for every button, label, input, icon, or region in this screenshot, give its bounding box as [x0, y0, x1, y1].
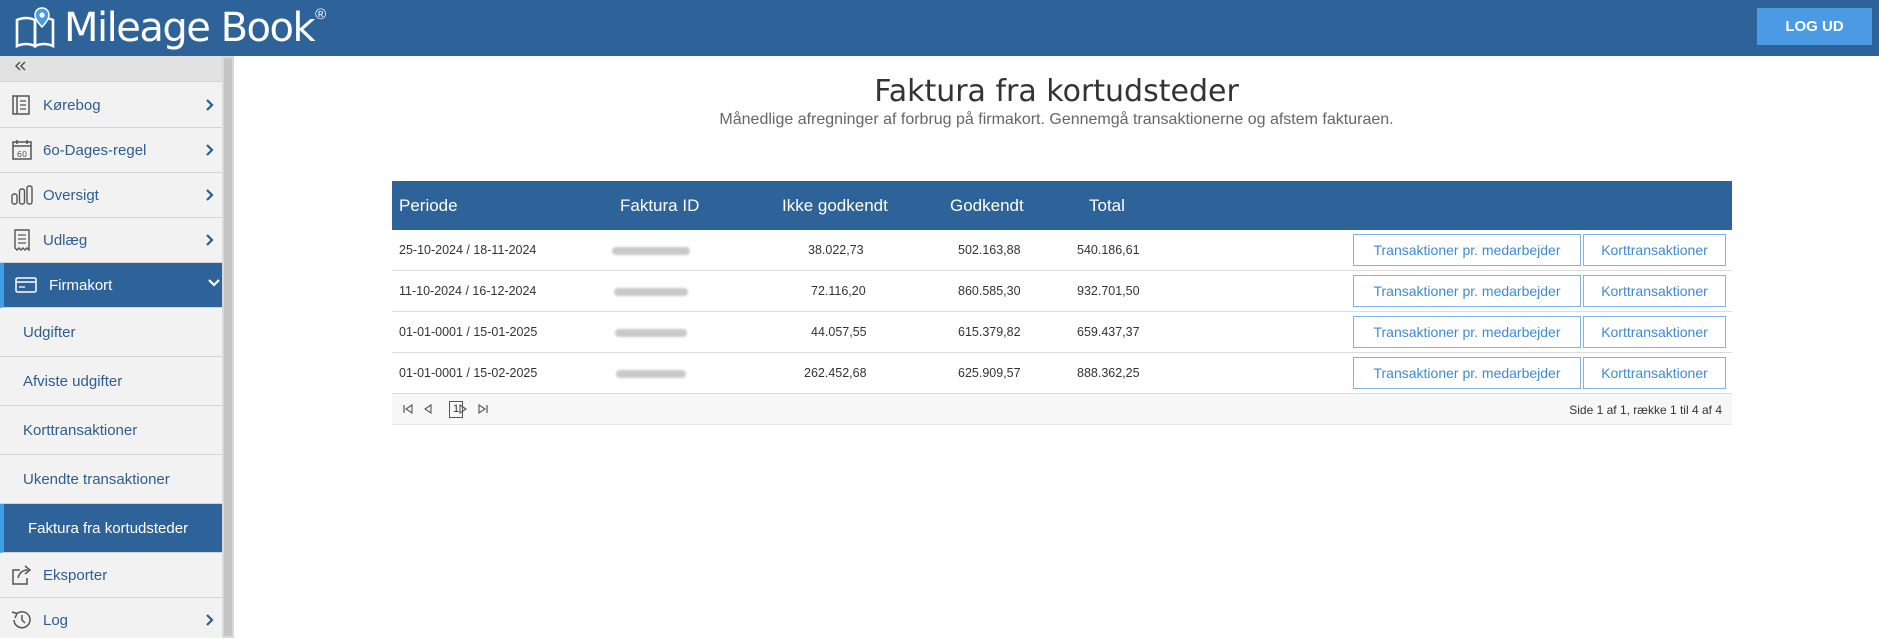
transactions-per-employee-button[interactable]: Transaktioner pr. medarbejder	[1353, 357, 1581, 389]
calendar-60-icon: 60	[10, 139, 34, 161]
svg-text:60: 60	[17, 150, 27, 159]
scrollbar-thumb[interactable]	[224, 58, 232, 636]
cell-total: 540.186,61	[1077, 243, 1140, 257]
page-subtitle: Månedlige afregninger af forbrug på firm…	[719, 111, 1394, 128]
column-header-ikke-godkendt[interactable]: Ikke godkendt	[782, 196, 888, 216]
export-icon	[10, 564, 34, 586]
sidebar-item-label: Firmakort	[49, 276, 113, 294]
sidebar-item-60-dages-regel[interactable]: 60 6o-Dages-regel	[0, 128, 222, 173]
sidebar-subitem-label: Afviste udgifter	[23, 372, 123, 390]
cell-ikke-godkendt: 262.452,68	[804, 366, 867, 380]
cell-total: 888.362,25	[1077, 366, 1140, 380]
sidebar-item-label: Udlæg	[43, 231, 88, 249]
sidebar-subitem-korttransaktioner[interactable]: Korttransaktioner	[0, 406, 222, 455]
sidebar-item-firmakort[interactable]: Firmakort	[0, 263, 222, 308]
redacted-faktura-id	[614, 288, 688, 296]
column-header-total[interactable]: Total	[1089, 196, 1125, 216]
cell-ikke-godkendt: 44.057,55	[811, 325, 867, 339]
logbook-icon	[10, 94, 34, 116]
column-header-faktura-id[interactable]: Faktura ID	[620, 196, 699, 216]
pager-info: Side 1 af 1, række 1 til 4 af 4	[1569, 403, 1722, 417]
sidebar-subitem-label: Udgifter	[23, 323, 76, 341]
sidebar-item-label: Log	[43, 612, 69, 629]
transactions-per-employee-button[interactable]: Transaktioner pr. medarbejder	[1353, 234, 1581, 266]
cell-godkendt: 625.909,57	[958, 366, 1021, 380]
column-header-periode[interactable]: Periode	[399, 196, 458, 216]
logo[interactable]: Mileage Book ®	[14, 2, 326, 54]
sidebar-subitem-label: Korttransaktioner	[23, 421, 138, 439]
sidebar-subitem-afviste-udgifter[interactable]: Afviste udgifter	[0, 357, 222, 406]
page-title: Faktura fra kortudsteder	[874, 74, 1239, 109]
sidebar-subitem-label: Faktura fra kortudsteder	[28, 519, 189, 537]
sidebar-subitem-faktura-fra-kortudsteder[interactable]: Faktura fra kortudsteder	[0, 504, 222, 553]
prev-page-icon[interactable]	[421, 401, 435, 417]
first-page-icon[interactable]	[401, 401, 415, 417]
registered-mark: ®	[315, 5, 327, 23]
chevron-down-icon	[207, 275, 221, 291]
logout-button[interactable]: LOG UD	[1757, 8, 1872, 45]
top-bar: Mileage Book ® LOG UD	[0, 0, 1879, 56]
double-chevron-left-icon	[13, 58, 27, 78]
sidebar-subitem-ukendte-transaktioner[interactable]: Ukendte transaktioner	[0, 455, 222, 504]
last-page-icon[interactable]	[476, 401, 490, 417]
redacted-faktura-id	[616, 370, 686, 378]
credit-card-icon	[14, 274, 38, 296]
cell-godkendt: 615.379,82	[958, 325, 1021, 339]
table-row: 11-10-2024 / 16-12-2024 72.116,20 860.58…	[392, 271, 1732, 312]
cell-periode: 01-01-0001 / 15-02-2025	[399, 366, 538, 380]
redacted-faktura-id	[612, 247, 690, 255]
cell-ikke-godkendt: 38.022,73	[808, 243, 864, 257]
table-row: 25-10-2024 / 18-11-2024 38.022,73 502.16…	[392, 230, 1732, 271]
bar-chart-icon	[10, 184, 34, 206]
chevron-right-icon	[205, 97, 215, 113]
invoice-table: Periode Faktura ID Ikke godkendt Godkend…	[392, 181, 1732, 425]
book-pin-icon	[14, 6, 58, 50]
next-page-icon[interactable]	[456, 401, 470, 417]
cell-godkendt: 860.585,30	[958, 284, 1021, 298]
sidebar: Kørebog 60 6o-Dages-regel Oversigt Udlæg…	[0, 56, 222, 638]
sidebar-item-label: Eksporter	[43, 566, 108, 584]
column-header-godkendt[interactable]: Godkendt	[950, 196, 1024, 216]
card-transactions-button[interactable]: Korttransaktioner	[1583, 357, 1726, 389]
sidebar-item-label: 6o-Dages-regel	[43, 141, 147, 159]
sidebar-subitem-udgifter[interactable]: Udgifter	[0, 308, 222, 357]
sidebar-collapse-toggle[interactable]	[0, 56, 222, 82]
logo-text: Mileage Book	[64, 5, 316, 51]
card-transactions-button[interactable]: Korttransaktioner	[1583, 316, 1726, 348]
table-row: 01-01-0001 / 15-01-2025 44.057,55 615.37…	[392, 312, 1732, 353]
sidebar-subitem-label: Ukendte transaktioner	[23, 470, 170, 488]
sidebar-item-udlaeg[interactable]: Udlæg	[0, 218, 222, 263]
sidebar-item-korebog[interactable]: Kørebog	[0, 83, 222, 128]
sidebar-item-log[interactable]: Log	[0, 598, 222, 643]
chevron-right-icon	[205, 612, 215, 628]
cell-total: 659.437,37	[1077, 325, 1140, 339]
card-transactions-button[interactable]: Korttransaktioner	[1583, 234, 1726, 266]
cell-godkendt: 502.163,88	[958, 243, 1021, 257]
sidebar-item-oversigt[interactable]: Oversigt	[0, 173, 222, 218]
cell-ikke-godkendt: 72.116,20	[811, 284, 866, 298]
transactions-per-employee-button[interactable]: Transaktioner pr. medarbejder	[1353, 275, 1581, 307]
sidebar-item-label: Oversigt	[43, 186, 99, 204]
cell-periode: 01-01-0001 / 15-01-2025	[399, 325, 538, 339]
chevron-right-icon	[205, 232, 215, 248]
transactions-per-employee-button[interactable]: Transaktioner pr. medarbejder	[1353, 316, 1581, 348]
table-header: Periode Faktura ID Ikke godkendt Godkend…	[392, 181, 1732, 230]
history-icon	[10, 609, 34, 631]
table-row: 01-01-0001 / 15-02-2025 262.452,68 625.9…	[392, 353, 1732, 394]
cell-periode: 11-10-2024 / 16-12-2024	[399, 284, 537, 298]
receipt-icon	[10, 229, 34, 252]
redacted-faktura-id	[615, 329, 687, 337]
sidebar-item-label: Kørebog	[43, 96, 101, 114]
cell-total: 932.701,50	[1077, 284, 1140, 298]
table-pager: 1 Side 1 af 1, række 1 til 4 af 4	[392, 394, 1732, 425]
sidebar-item-eksporter[interactable]: Eksporter	[0, 553, 222, 598]
chevron-right-icon	[205, 187, 215, 203]
chevron-right-icon	[205, 142, 215, 158]
card-transactions-button[interactable]: Korttransaktioner	[1583, 275, 1726, 307]
sidebar-scrollbar[interactable]	[222, 56, 234, 638]
cell-periode: 25-10-2024 / 18-11-2024	[399, 243, 537, 257]
